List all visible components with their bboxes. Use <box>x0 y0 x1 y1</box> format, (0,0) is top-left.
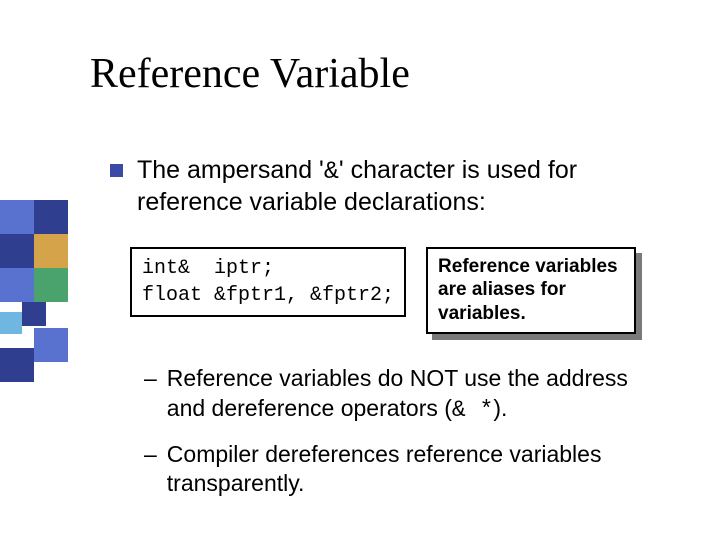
decor-square <box>34 234 68 268</box>
decor-square <box>0 234 34 268</box>
note-text: Reference variables are aliases for vari… <box>426 247 636 334</box>
dash-bullet-icon: – <box>144 440 157 470</box>
bullet-text: The ampersand '&' character is used for … <box>137 155 670 219</box>
decor-square <box>34 268 68 302</box>
decor-square <box>0 348 34 382</box>
decor-square <box>0 312 22 334</box>
bullet-pre: The ampersand ' <box>137 156 324 184</box>
slide: Reference Variable The ampersand '&' cha… <box>0 0 720 540</box>
decor-square <box>34 200 68 234</box>
sub-text-1: Reference variables do NOT use the addre… <box>167 364 670 426</box>
bullet-amp: & <box>324 157 339 186</box>
square-bullet-icon <box>110 164 123 177</box>
sub-a-post: ). <box>493 395 507 421</box>
sub-item: – Compiler dereferences reference variab… <box>144 440 670 500</box>
main-bullet: The ampersand '&' character is used for … <box>110 155 670 219</box>
sub-text-2: Compiler dereferences reference variable… <box>167 440 670 500</box>
note-box: Reference variables are aliases for vari… <box>426 247 636 334</box>
sub-list: – Reference variables do NOT use the add… <box>144 364 670 500</box>
decor-square <box>22 302 46 326</box>
sub-a-pre: Reference variables do NOT use the addre… <box>167 365 628 421</box>
sub-item: – Reference variables do NOT use the add… <box>144 364 670 426</box>
dash-bullet-icon: – <box>144 364 157 394</box>
decor-square <box>0 200 34 234</box>
code-box: int& iptr; float &fptr1, &fptr2; <box>130 247 406 317</box>
slide-body: The ampersand '&' character is used for … <box>110 155 670 513</box>
slide-title: Reference Variable <box>90 50 410 98</box>
decor-square <box>0 268 34 302</box>
sub-a-ops: & * <box>452 397 493 423</box>
decor-square <box>34 328 68 362</box>
boxes-row: int& iptr; float &fptr1, &fptr2; Referen… <box>130 247 670 334</box>
